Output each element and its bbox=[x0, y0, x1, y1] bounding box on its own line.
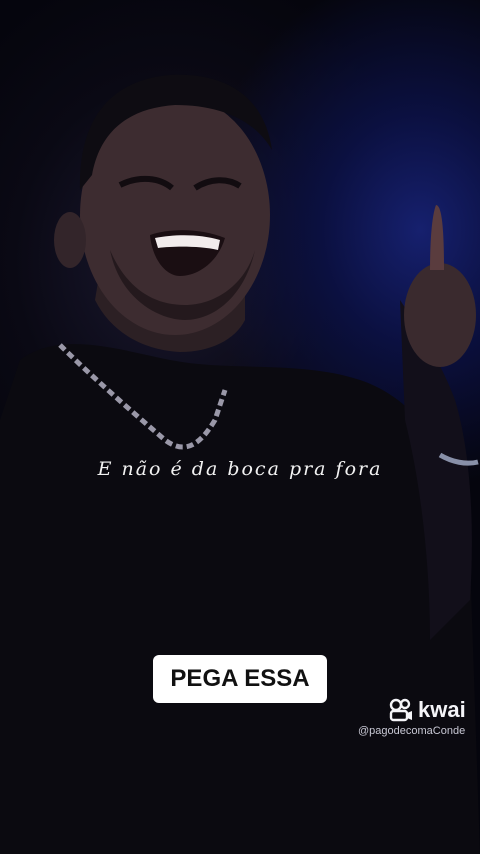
creator-handle: @pagodecomaConde bbox=[358, 725, 466, 737]
kwai-watermark: kwai @pagodecomaConde bbox=[358, 697, 480, 737]
lyric-caption: E não é da boca pra fora bbox=[97, 458, 383, 480]
pega-essa-button[interactable]: PEGA ESSA bbox=[153, 655, 327, 703]
kwai-brand-label: kwai bbox=[418, 697, 466, 722]
video-frame: E não é da boca pra fora PEGA ESSA kwai … bbox=[0, 0, 480, 854]
kwai-logo-icon bbox=[389, 698, 412, 722]
